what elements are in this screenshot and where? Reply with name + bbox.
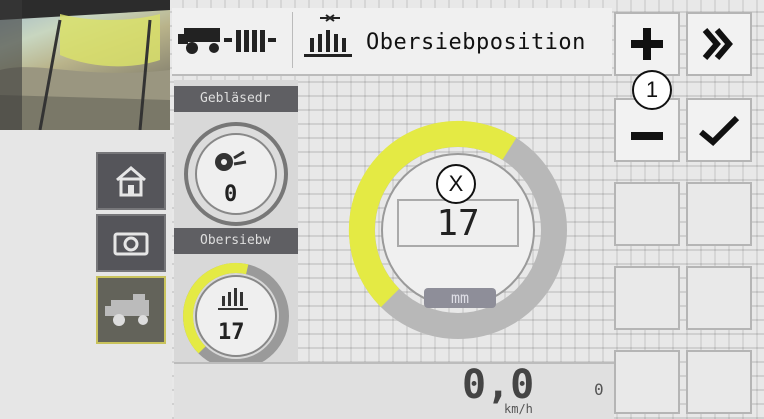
widget-column: Gebläsedr 0 Obersiebw 17 <box>174 80 298 370</box>
camera-feed <box>0 0 170 130</box>
plus-button[interactable] <box>614 12 680 76</box>
combine-harvester-icon <box>105 294 149 326</box>
home-button[interactable] <box>96 152 166 210</box>
combine-button[interactable] <box>96 276 166 344</box>
softkey-3l[interactable] <box>614 182 680 246</box>
softkey-3r[interactable] <box>686 182 752 246</box>
blower-widget[interactable]: 0 <box>180 118 292 234</box>
softkey-4r[interactable] <box>686 266 752 330</box>
double-chevron-icon <box>702 28 733 60</box>
combine-sieve-icon <box>178 28 276 54</box>
confirm-button[interactable] <box>686 98 752 162</box>
softkey-5r[interactable] <box>686 350 752 414</box>
upper-sieve-icon <box>304 14 352 57</box>
next-page-button[interactable] <box>686 12 752 76</box>
callout-x: X <box>436 164 476 204</box>
check-icon <box>699 115 740 147</box>
main-gauge: 17 mm <box>338 120 578 344</box>
camera-button[interactable] <box>96 214 166 272</box>
status-extra-value: 0 <box>594 380 604 399</box>
upper-sieve-widget[interactable]: 17 <box>180 260 292 376</box>
upper-sieve-widget-label: Obersiebw <box>174 228 298 254</box>
page-title: Obersiebposition <box>366 30 586 55</box>
toolbar-divider <box>292 12 293 68</box>
camera-icon <box>113 232 149 256</box>
callout-1: 1 <box>632 70 672 110</box>
upper-sieve-indicator <box>300 12 360 68</box>
softkey-4l[interactable] <box>614 266 680 330</box>
upper-sieve-gauge <box>183 263 289 369</box>
combine-indicator <box>178 20 288 64</box>
speed-unit: km/h <box>504 402 533 416</box>
camera-image <box>0 0 170 130</box>
minus-icon <box>631 132 663 140</box>
status-bar <box>174 362 614 419</box>
upper-sieve-value: 17 <box>218 320 245 345</box>
softkey-5l[interactable] <box>614 350 680 414</box>
plus-icon <box>631 28 663 60</box>
gauge-unit: mm <box>450 289 470 307</box>
blower-value: 0 <box>224 182 238 207</box>
blower-widget-label: Gebläsedr <box>174 86 298 112</box>
blower-gauge <box>184 122 288 226</box>
home-icon <box>116 166 146 197</box>
terminal-screen: Obersiebposition Gebläsedr 0 Obersiebw 1… <box>0 0 764 419</box>
gauge-value: 17 <box>436 202 480 244</box>
